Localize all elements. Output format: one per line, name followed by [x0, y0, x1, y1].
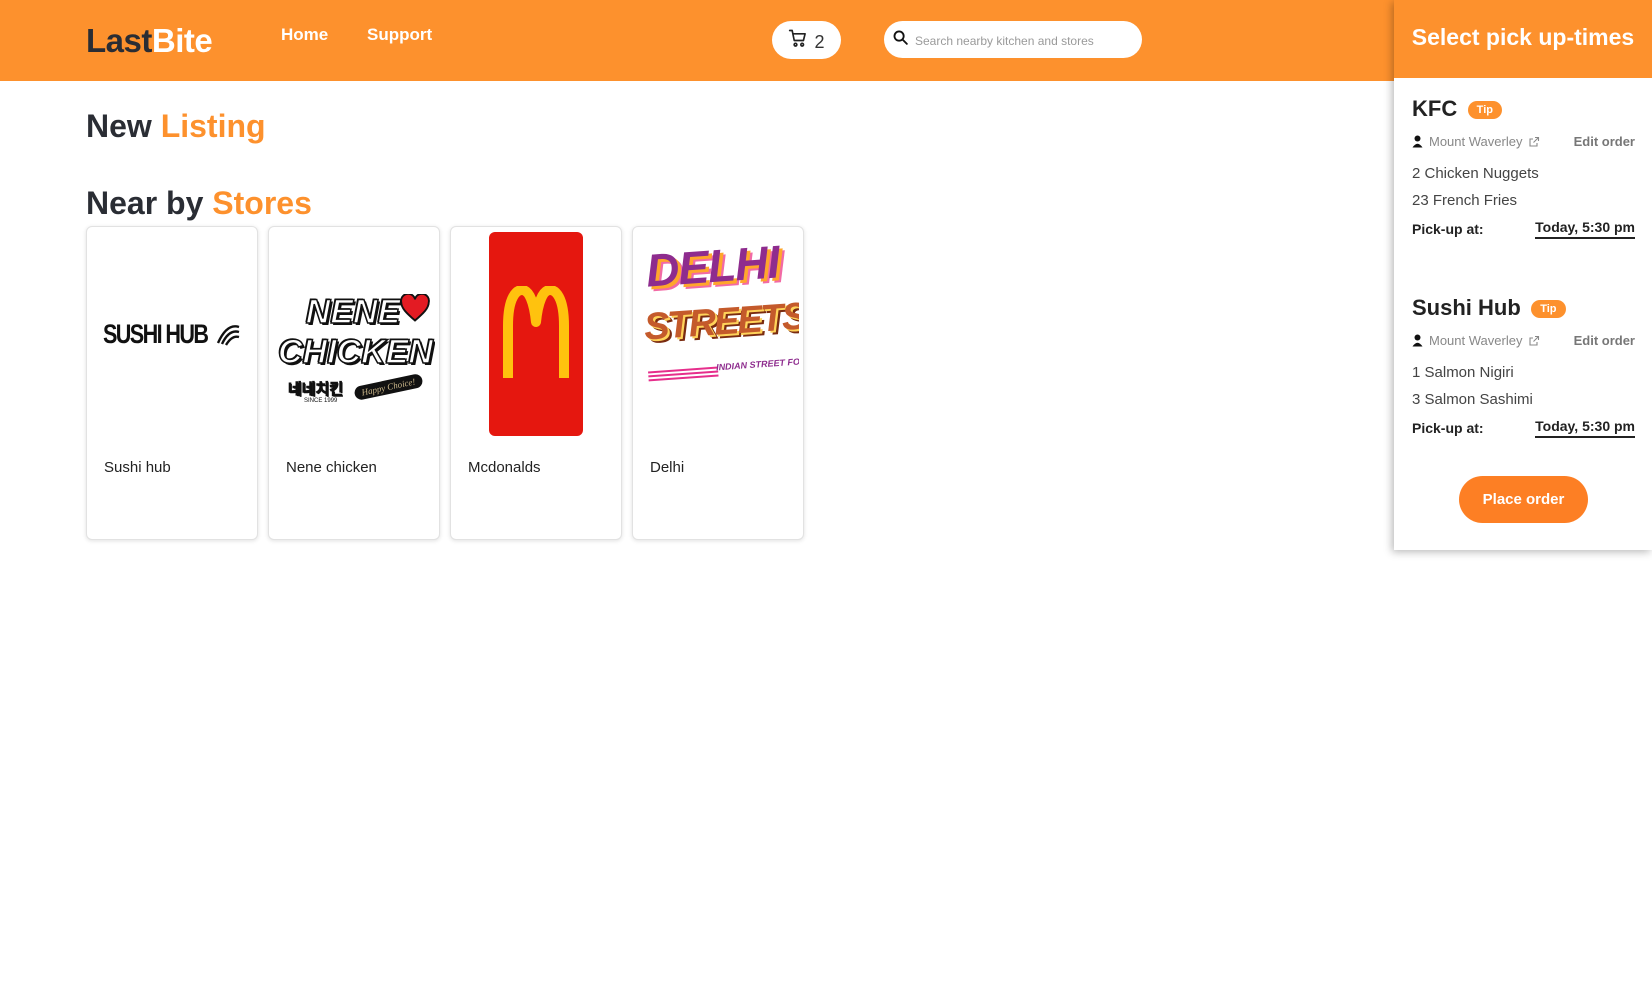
nene-chicken-since: SINCE 1999	[304, 398, 338, 404]
external-link-icon	[1529, 136, 1540, 147]
location[interactable]: Mount Waverley	[1412, 333, 1540, 348]
new-listing-heading-part2: Listing	[160, 108, 266, 144]
location-row: Mount Waverley Edit order	[1412, 333, 1635, 348]
store-name: Mcdonalds	[468, 459, 541, 476]
delhi-logo-text-2: STREETS	[642, 295, 799, 349]
sushi-hub-logo: SUSHI HUB	[91, 231, 253, 437]
pickup-panel: Select pick up-times KFC Tip Mount Waver…	[1394, 0, 1652, 550]
sushi-hub-logo-text: SUSHI HUB	[103, 318, 209, 349]
store-card-mcdonalds[interactable]: M Mcdonalds	[450, 226, 622, 540]
search-input[interactable]	[915, 33, 1131, 48]
pickup-label: Pick-up at:	[1412, 221, 1484, 237]
order-items: 2 Chicken Nuggets 23 French Fries	[1412, 165, 1635, 209]
order-item: 23 French Fries	[1412, 192, 1518, 209]
mcdonalds-arches-icon	[503, 286, 569, 378]
new-listing-heading-part1: New	[86, 108, 152, 144]
nene-chicken-ribbon: Happy Choice!	[353, 373, 424, 401]
delhi-logo-subtext: INDIAN STREET FOOD	[715, 355, 799, 373]
pickup-row: Pick-up at: Today, 5:30 pm	[1412, 418, 1635, 438]
store-card-nene-chicken[interactable]: NENE CHICKEN 네네치킨 SINCE 1999 Happy Choic…	[268, 226, 440, 540]
order-item: 1 Salmon Nigiri	[1412, 364, 1514, 381]
logo-text-bite: Bite	[151, 22, 213, 59]
tip-badge[interactable]: Tip	[1467, 101, 1502, 119]
delhi-logo-text-1: DELHI	[644, 235, 781, 297]
logo[interactable]: LastBite	[86, 22, 213, 60]
logo-text-last: Last	[86, 22, 152, 59]
order-items: 1 Salmon Nigiri 3 Salmon Sashimi	[1412, 364, 1635, 408]
search-bar	[884, 21, 1142, 58]
pickup-time-select[interactable]: Today, 5:30 pm	[1535, 219, 1635, 239]
location-text: Mount Waverley	[1429, 333, 1523, 348]
cart-count: 2	[814, 31, 825, 52]
edit-order-link[interactable]: Edit order	[1574, 134, 1635, 149]
store-name: Delhi	[650, 459, 685, 476]
heart-icon	[400, 294, 430, 322]
nearby-stores-heading-part1: Near by	[86, 185, 204, 221]
person-pin-icon	[1412, 334, 1423, 347]
delhi-stripes	[648, 366, 718, 374]
order-sushi-hub: Sushi Hub Tip Mount Waverley Edit order …	[1412, 295, 1635, 438]
nearby-stores-heading-part2: Stores	[212, 185, 312, 221]
nearby-stores-heading: Near by Stores	[86, 185, 312, 222]
mcdonalds-logo: M	[455, 231, 617, 437]
nene-chicken-korean-text: 네네치킨	[288, 381, 344, 399]
pickup-time-select[interactable]: Today, 5:30 pm	[1535, 418, 1635, 438]
search-icon	[892, 29, 909, 51]
store-card-delhi[interactable]: DELHI STREETS INDIAN STREET FOOD Delhi	[632, 226, 804, 540]
place-order-button[interactable]: Place order	[1459, 476, 1588, 523]
pickup-panel-header: Select pick up-times	[1394, 0, 1652, 78]
external-link-icon	[1529, 335, 1540, 346]
store-name: Sushi hub	[104, 459, 171, 476]
edit-order-link[interactable]: Edit order	[1574, 333, 1635, 348]
nene-chicken-logo: NENE CHICKEN 네네치킨 SINCE 1999 Happy Choic…	[273, 231, 435, 437]
store-card-sushi-hub[interactable]: SUSHI HUB Sushi hub	[86, 226, 258, 540]
sushi-hub-swirl-icon	[216, 325, 240, 346]
pickup-label: Pick-up at:	[1412, 420, 1484, 436]
nav-home-link[interactable]: Home	[281, 25, 328, 45]
delhi-streets-logo: DELHI STREETS INDIAN STREET FOOD	[637, 231, 799, 437]
cart-icon	[788, 28, 808, 53]
tip-badge[interactable]: Tip	[1531, 300, 1566, 318]
order-item: 3 Salmon Sashimi	[1412, 391, 1533, 408]
pickup-row: Pick-up at: Today, 5:30 pm	[1412, 219, 1635, 239]
nav-support-link[interactable]: Support	[367, 25, 432, 45]
location-row: Mount Waverley Edit order	[1412, 134, 1635, 149]
store-list: SUSHI HUB Sushi hub NENE CHICKEN 네네치킨 SI…	[86, 226, 804, 540]
location-text: Mount Waverley	[1429, 134, 1523, 149]
new-listing-heading: New Listing	[86, 108, 266, 145]
order-kfc: KFC Tip Mount Waverley Edit order 2 Chic…	[1412, 96, 1635, 239]
store-name: Nene chicken	[286, 459, 377, 476]
cart-button[interactable]: 2	[772, 21, 841, 59]
pickup-panel-title: Select pick up-times	[1411, 23, 1635, 50]
order-store-name: KFC	[1412, 96, 1458, 121]
person-pin-icon	[1412, 135, 1423, 148]
order-item: 2 Chicken Nuggets	[1412, 165, 1539, 182]
order-store-name: Sushi Hub	[1412, 295, 1521, 320]
location[interactable]: Mount Waverley	[1412, 134, 1540, 149]
